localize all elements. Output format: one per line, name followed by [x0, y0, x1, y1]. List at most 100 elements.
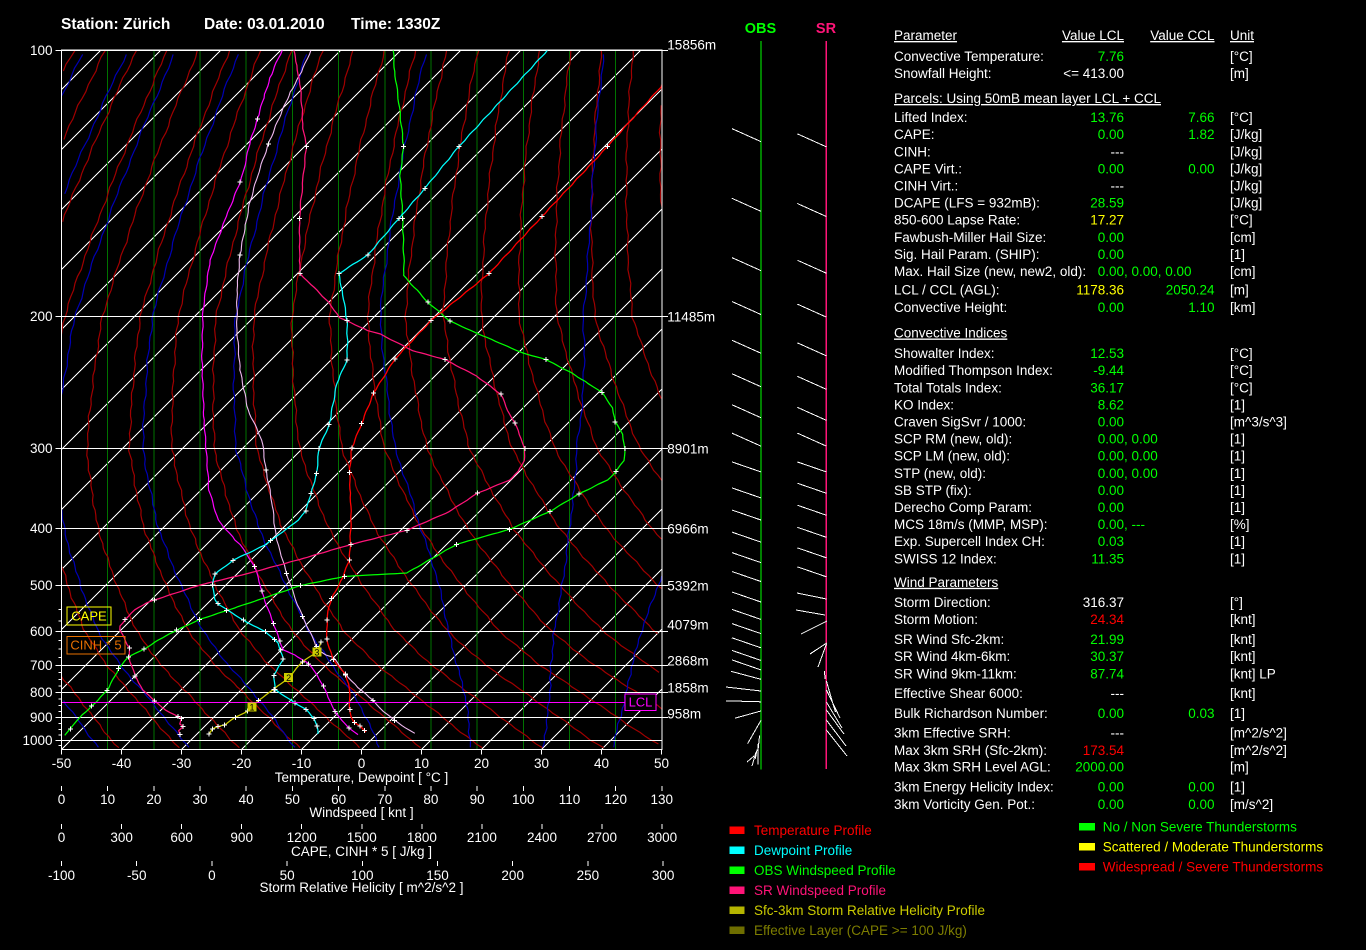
svg-text:[1]: [1] [1230, 247, 1245, 262]
svg-text:100: 100 [512, 792, 535, 807]
svg-text:DCAPE (LFS = 932mB):: DCAPE (LFS = 932mB): [894, 196, 1040, 211]
svg-text:Value LCL: Value LCL [1062, 28, 1125, 43]
svg-text:Derecho Comp Param:: Derecho Comp Param: [894, 500, 1032, 515]
svg-text:CINH:: CINH: [894, 144, 931, 159]
svg-text:Temperature Profile: Temperature Profile [754, 823, 872, 838]
svg-text:1000: 1000 [22, 733, 52, 748]
svg-text:[1]: [1] [1230, 551, 1245, 566]
svg-text:[1]: [1] [1230, 466, 1245, 481]
svg-text:600: 600 [170, 830, 193, 845]
svg-text:CINH Virt.:: CINH Virt.: [894, 179, 958, 194]
svg-text:[cm]: [cm] [1230, 264, 1256, 279]
svg-text:Max 3km SRH Level AGL:: Max 3km SRH Level AGL: [894, 760, 1051, 775]
svg-text:0.00: 0.00 [1098, 247, 1124, 262]
svg-text:Temperature, Dewpoint [ °C ]: Temperature, Dewpoint [ °C ] [275, 770, 448, 785]
svg-text:0.00: 0.00 [1098, 161, 1124, 176]
svg-text:-20: -20 [232, 756, 252, 771]
svg-text:-9.44: -9.44 [1093, 363, 1124, 378]
svg-text:SR Wind Sfc-2km:: SR Wind Sfc-2km: [894, 632, 1004, 647]
svg-text:7.76: 7.76 [1098, 49, 1124, 64]
svg-text:[m^3/s^3]: [m^3/s^3] [1230, 415, 1287, 430]
svg-text:10: 10 [414, 756, 429, 771]
svg-text:CAPE, CINH * 5 [ J/kg ]: CAPE, CINH * 5 [ J/kg ] [291, 844, 432, 859]
svg-text:, ---: , --- [1124, 517, 1145, 532]
svg-text:KO Index:: KO Index: [894, 397, 954, 412]
svg-text:STP (new, old):: STP (new, old): [894, 466, 986, 481]
svg-text:0.00: 0.00 [1098, 483, 1124, 498]
svg-text:1.82: 1.82 [1188, 127, 1214, 142]
svg-text:8901m: 8901m [667, 442, 708, 457]
svg-text:2050.24: 2050.24 [1166, 283, 1215, 298]
svg-text:0.00: 0.00 [1098, 500, 1124, 515]
svg-text:Convective Indices: Convective Indices [894, 326, 1008, 341]
svg-text:0.00: 0.00 [1098, 797, 1124, 812]
svg-text:Total Totals Index:: Total Totals Index: [894, 380, 1002, 395]
svg-text:0.00: 0.00 [1098, 300, 1124, 315]
svg-text:MCS 18m/s (MMP, MSP):: MCS 18m/s (MMP, MSP): [894, 517, 1048, 532]
svg-text:SR Wind 9km-11km:: SR Wind 9km-11km: [894, 666, 1017, 681]
svg-text:316.37: 316.37 [1083, 595, 1124, 610]
svg-text:Lifted Index:: Lifted Index: [894, 110, 968, 125]
svg-text:[J/kg]: [J/kg] [1230, 127, 1262, 142]
svg-text:[1]: [1] [1230, 432, 1245, 447]
svg-text:300: 300 [110, 830, 133, 845]
svg-text:LCL / CCL (AGL):: LCL / CCL (AGL): [894, 283, 1000, 298]
svg-text:173.54: 173.54 [1083, 743, 1125, 758]
svg-text:Parameter: Parameter [894, 28, 958, 43]
svg-text:0.00: 0.00 [1098, 264, 1124, 279]
svg-text:Snowfall Height:: Snowfall Height: [894, 66, 992, 81]
svg-text:Convective Height:: Convective Height: [894, 300, 1007, 315]
svg-text:1500: 1500 [347, 830, 377, 845]
svg-text:21.99: 21.99 [1090, 632, 1124, 647]
svg-text:[m^2/s^2]: [m^2/s^2] [1230, 726, 1287, 741]
svg-text:0.00: 0.00 [1098, 415, 1124, 430]
svg-text:[1]: [1] [1230, 500, 1245, 515]
svg-text:20: 20 [474, 756, 489, 771]
svg-text:Dewpoint Profile: Dewpoint Profile [754, 843, 852, 858]
svg-text:---: --- [1111, 726, 1125, 741]
svg-text:CINH * 5: CINH * 5 [70, 638, 121, 653]
svg-text:3km Effective SRH:: 3km Effective SRH: [894, 726, 1011, 741]
svg-text:0.00: 0.00 [1098, 449, 1124, 464]
svg-text:-10: -10 [292, 756, 312, 771]
svg-text:7.66: 7.66 [1188, 110, 1214, 125]
svg-text:[°C]: [°C] [1230, 49, 1253, 64]
svg-text:1858m: 1858m [667, 681, 708, 696]
svg-text:0.00: 0.00 [1188, 780, 1214, 795]
svg-text:[m^2/s^2]: [m^2/s^2] [1230, 743, 1287, 758]
svg-text:0.03: 0.03 [1098, 534, 1124, 549]
svg-text:600: 600 [30, 624, 53, 639]
svg-text:0.00: 0.00 [1098, 466, 1124, 481]
svg-text:CAPE:: CAPE: [894, 127, 935, 142]
svg-text:-100: -100 [48, 868, 75, 883]
svg-text:SR Windspeed Profile: SR Windspeed Profile [754, 883, 886, 898]
svg-text:40: 40 [594, 756, 609, 771]
svg-text:0.00: 0.00 [1098, 780, 1124, 795]
svg-text:[°C]: [°C] [1230, 346, 1253, 361]
svg-text:[°C]: [°C] [1230, 363, 1253, 378]
svg-text:30: 30 [534, 756, 549, 771]
svg-text:Exp. Supercell Index CH:: Exp. Supercell Index CH: [894, 534, 1045, 549]
svg-text:[m]: [m] [1230, 760, 1249, 775]
svg-text:0.00: 0.00 [1098, 706, 1124, 721]
svg-text:900: 900 [30, 710, 53, 725]
svg-text:850-600 Lapse Rate:: 850-600 Lapse Rate: [894, 213, 1020, 228]
svg-text:1.10: 1.10 [1188, 300, 1214, 315]
svg-text:0.00: 0.00 [1098, 230, 1124, 245]
svg-text:Fawbush-Miller Hail Size:: Fawbush-Miller Hail Size: [894, 230, 1046, 245]
svg-text:15856m: 15856m [667, 38, 716, 53]
svg-text:36.17: 36.17 [1090, 380, 1124, 395]
svg-text:3km Vorticity Gen. Pot.:: 3km Vorticity Gen. Pot.: [894, 797, 1035, 812]
svg-text:24.34: 24.34 [1090, 612, 1124, 627]
svg-text:[1]: [1] [1230, 780, 1245, 795]
svg-text:110: 110 [559, 792, 581, 807]
svg-text:Storm Relative Helicity [ m^2: Storm Relative Helicity [ m^2/s^2 ] [260, 880, 464, 895]
svg-text:-50: -50 [127, 868, 147, 883]
svg-text:OBS: OBS [745, 21, 777, 37]
svg-text:2868m: 2868m [667, 654, 708, 669]
svg-text:40: 40 [239, 792, 254, 807]
svg-text:[°C]: [°C] [1230, 110, 1253, 125]
svg-text:, 0.00: , 0.00 [1124, 432, 1158, 447]
svg-text:-40: -40 [112, 756, 132, 771]
svg-text:1200: 1200 [287, 830, 317, 845]
